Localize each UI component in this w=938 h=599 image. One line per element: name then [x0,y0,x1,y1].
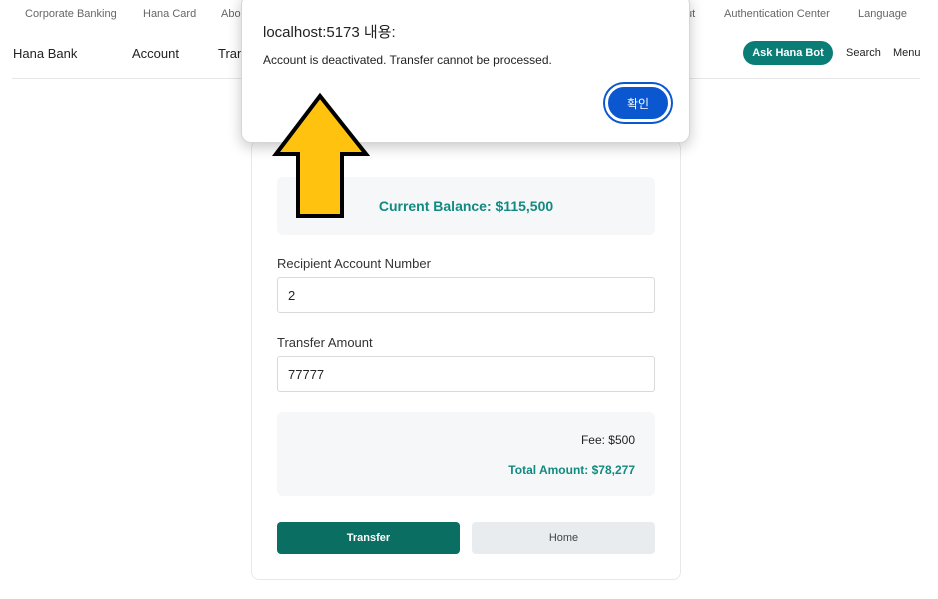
search-link[interactable]: Search [846,47,881,59]
up-arrow-icon [272,92,371,218]
util-link-hana-card[interactable]: Hana Card [143,8,196,20]
util-link-corporate-banking[interactable]: Corporate Banking [25,8,117,20]
ask-hana-bot-button[interactable]: Ask Hana Bot [743,41,833,65]
util-link-language[interactable]: Language [858,8,907,20]
dialog-message: Account is deactivated. Transfer cannot … [263,53,552,67]
recipient-account-input[interactable] [277,277,655,313]
brand-logo[interactable]: Hana Bank [13,46,77,61]
util-link-authentication-center[interactable]: Authentication Center [724,8,830,20]
transfer-button[interactable]: Transfer [277,522,460,554]
dialog-ok-button[interactable]: 확인 [605,84,671,122]
summary-box: Fee: $500 Total Amount: $78,277 [277,412,655,496]
current-balance: Current Balance: $115,500 [378,198,554,214]
dialog-title: localhost:5173 내용: [263,24,396,41]
menu-link[interactable]: Menu [893,47,921,59]
recipient-account-label: Recipient Account Number [277,256,431,271]
transfer-amount-label: Transfer Amount [277,335,373,350]
nav-link-account[interactable]: Account [132,46,179,61]
util-link-about[interactable]: Abo [221,8,241,20]
fee-text: Fee: $500 [580,433,635,447]
home-button[interactable]: Home [472,522,655,554]
transfer-amount-input[interactable] [277,356,655,392]
total-amount: Total Amount: $78,277 [508,463,635,477]
